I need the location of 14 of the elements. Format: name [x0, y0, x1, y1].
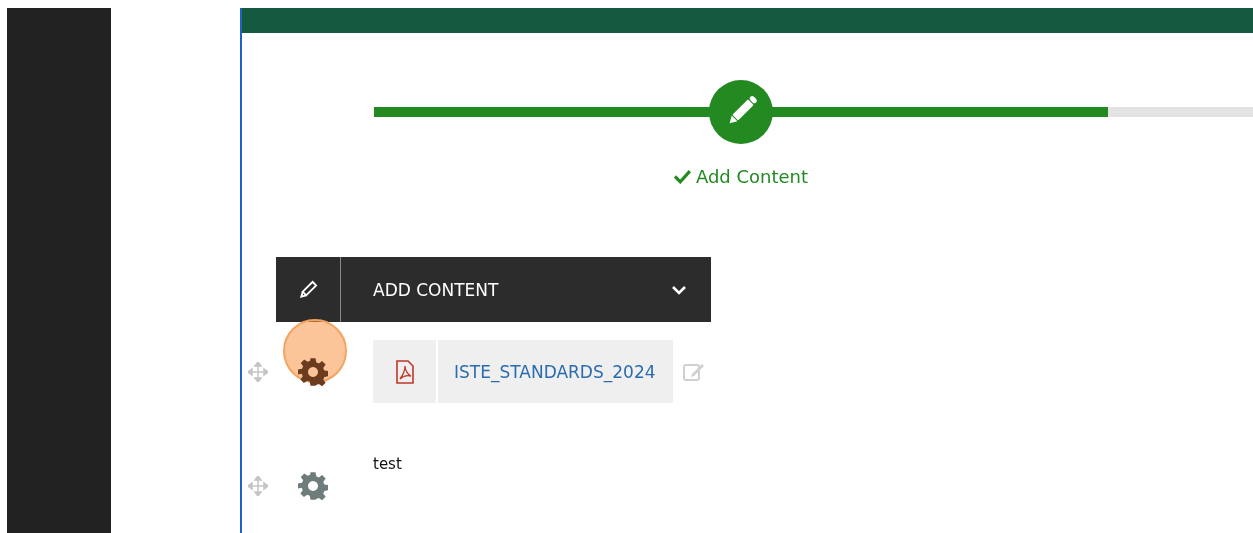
settings-icon[interactable] — [298, 471, 328, 501]
pencil-step-icon — [709, 80, 773, 144]
file-attachment[interactable]: ISTE_STANDARDS_2024 — [373, 340, 673, 403]
pdf-icon — [394, 359, 415, 384]
step-label: Add Content — [695, 166, 809, 187]
content-text: test — [373, 455, 402, 473]
pencil-icon — [298, 279, 318, 300]
chevron-icon — [671, 284, 687, 295]
edit-icon[interactable] — [682, 361, 705, 382]
move-icon[interactable] — [248, 476, 268, 496]
file-link[interactable]: ISTE_STANDARDS_2024 — [438, 340, 673, 403]
add-content-dropdown[interactable]: ADD CONTENT — [276, 257, 711, 322]
move-icon[interactable] — [248, 361, 268, 382]
settings-icon[interactable] — [298, 356, 328, 387]
